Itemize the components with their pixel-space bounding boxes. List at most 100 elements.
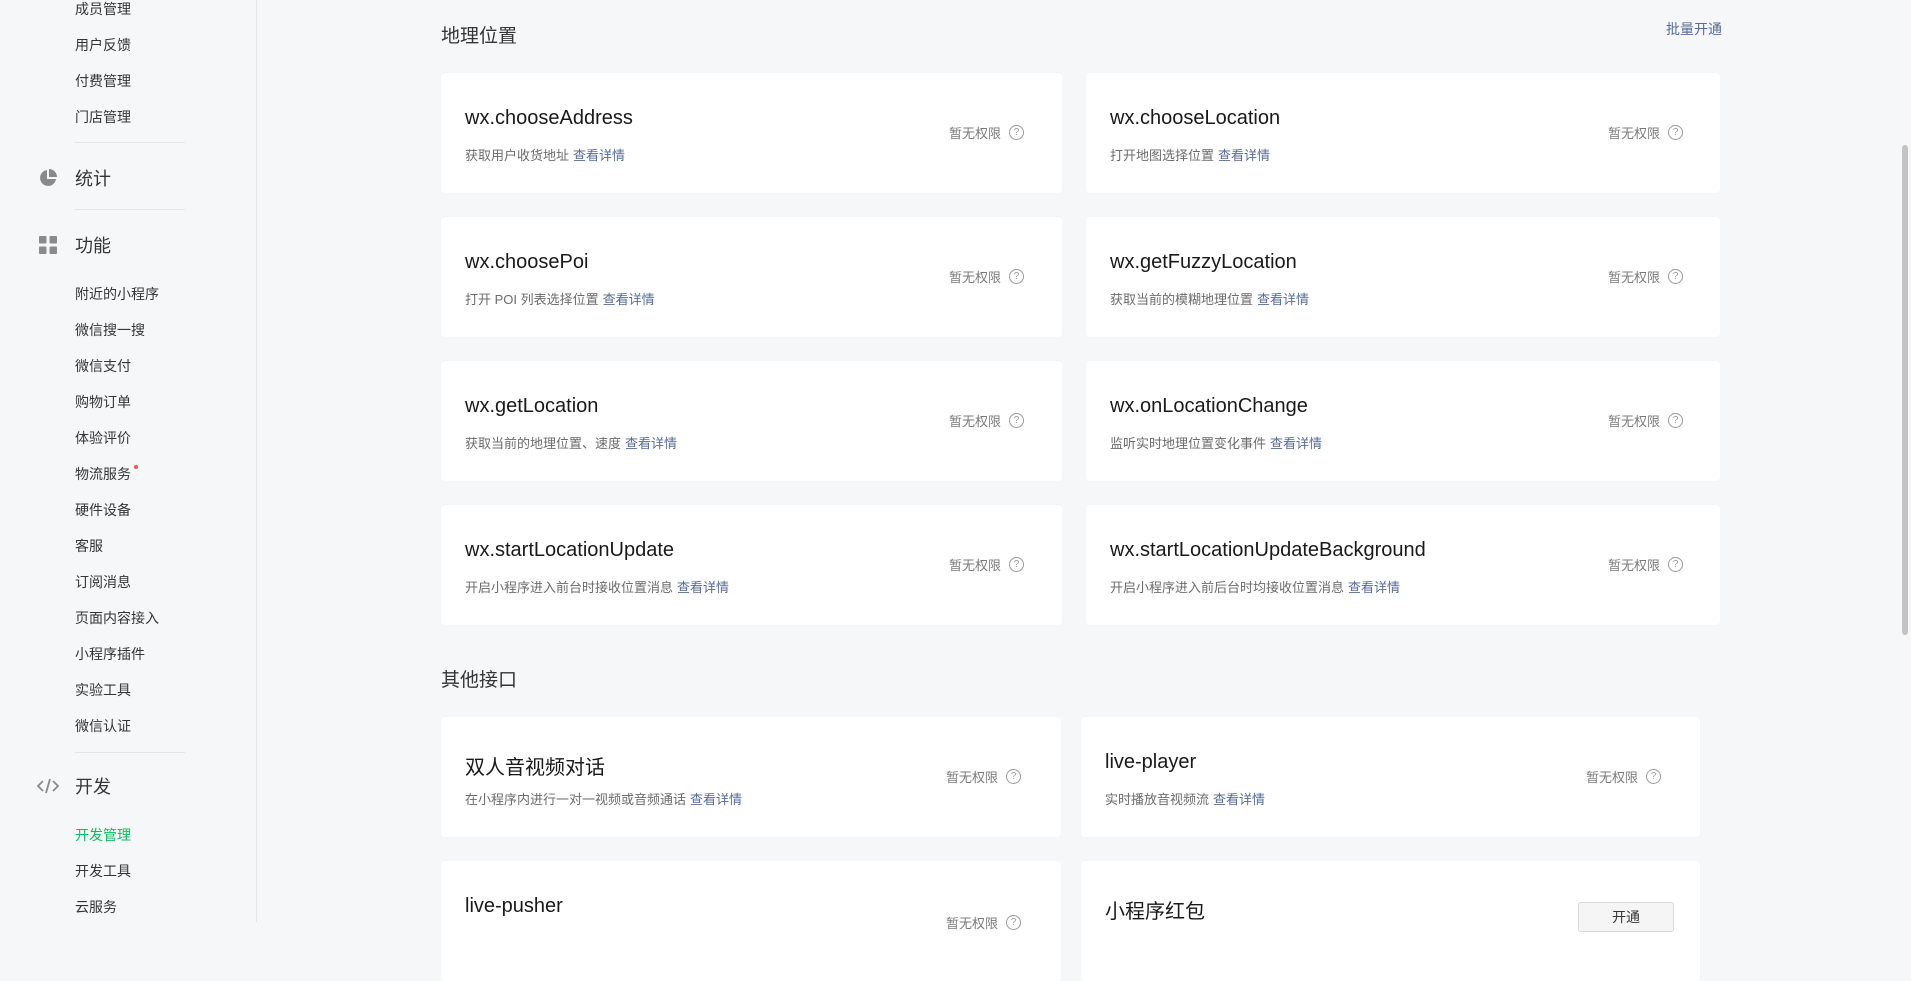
view-details-link[interactable]: 查看详情 bbox=[690, 792, 742, 807]
permission-status-text: 暂无权限 bbox=[1608, 126, 1661, 141]
permission-status: 暂无权限? bbox=[1608, 123, 1684, 142]
permission-status-text: 暂无权限 bbox=[946, 770, 999, 785]
view-details-link[interactable]: 查看详情 bbox=[1348, 580, 1400, 595]
sidebar-item-orders[interactable]: 购物订单 bbox=[75, 393, 131, 411]
api-card-title: live-pusher bbox=[465, 895, 563, 917]
sidebar-item-page-content[interactable]: 页面内容接入 bbox=[75, 609, 159, 627]
sidebar-item-stores[interactable]: 门店管理 bbox=[75, 108, 131, 126]
sidebar-item-nearby[interactable]: 附近的小程序 bbox=[75, 285, 159, 303]
api-card-title: 双人音视频对话 bbox=[465, 757, 605, 779]
view-details-link[interactable]: 查看详情 bbox=[573, 148, 625, 163]
question-circle-icon[interactable]: ? bbox=[1006, 915, 1022, 930]
api-card: live-player 实时播放音视频流 查看详情 暂无权限? bbox=[1081, 717, 1700, 837]
question-circle-icon[interactable]: ? bbox=[1668, 557, 1684, 572]
sidebar-section-stats[interactable]: 统计 bbox=[37, 164, 111, 192]
code-icon bbox=[37, 775, 59, 797]
api-card-desc: 获取当前的地理位置、速度 查看详情 bbox=[465, 433, 677, 452]
api-card-desc: 获取当前的模糊地理位置 查看详情 bbox=[1110, 289, 1309, 308]
permission-status: 暂无权限? bbox=[1608, 411, 1684, 430]
question-circle-icon[interactable]: ? bbox=[1006, 769, 1022, 784]
api-card-desc: 打开 POI 列表选择位置 查看详情 bbox=[465, 289, 655, 308]
sidebar-item-subscribe-messages[interactable]: 订阅消息 bbox=[75, 573, 131, 591]
api-card-desc-text: 获取当前的地理位置、速度 bbox=[465, 436, 622, 451]
api-card-desc: 在小程序内进行一对一视频或音频通话 查看详情 bbox=[465, 789, 742, 808]
api-card-title: live-player bbox=[1105, 751, 1197, 773]
api-card-desc-text: 获取用户收货地址 bbox=[465, 148, 570, 163]
question-circle-icon[interactable]: ? bbox=[1668, 269, 1684, 284]
view-details-link[interactable]: 查看详情 bbox=[1213, 792, 1265, 807]
question-circle-icon[interactable]: ? bbox=[1009, 125, 1025, 140]
permission-status-text: 暂无权限 bbox=[1608, 414, 1661, 429]
api-card-title: wx.startLocationUpdate bbox=[465, 539, 675, 561]
sidebar-section-label: 功能 bbox=[75, 236, 111, 256]
question-circle-icon[interactable]: ? bbox=[1009, 269, 1025, 284]
section-title-geo: 地理位置 bbox=[441, 26, 518, 47]
api-card-desc-text: 开启小程序进入前后台时均接收位置消息 bbox=[1110, 580, 1345, 595]
permission-status: 暂无权限? bbox=[949, 411, 1025, 430]
sidebar-section-label: 统计 bbox=[75, 169, 111, 189]
notification-dot-icon bbox=[134, 465, 138, 469]
sidebar-item-label: 物流服务 bbox=[75, 466, 131, 482]
sidebar-item-verification[interactable]: 微信认证 bbox=[75, 717, 131, 735]
view-details-link[interactable]: 查看详情 bbox=[625, 436, 677, 451]
open-button[interactable]: 开通 bbox=[1578, 902, 1674, 932]
section-title-other: 其他接口 bbox=[441, 670, 518, 691]
sidebar-item-logistics[interactable]: 物流服务 bbox=[75, 465, 138, 483]
page-scrollbar[interactable] bbox=[1899, 0, 1911, 922]
sidebar-divider bbox=[75, 209, 185, 210]
view-details-link[interactable]: 查看详情 bbox=[1218, 148, 1270, 163]
sidebar-section-dev[interactable]: 开发 bbox=[37, 772, 111, 800]
api-card-title: wx.getLocation bbox=[465, 395, 599, 417]
sidebar-item-feedback[interactable]: 用户反馈 bbox=[75, 36, 131, 54]
sidebar-item-search[interactable]: 微信搜一搜 bbox=[75, 321, 145, 339]
api-card-title: wx.startLocationUpdateBackground bbox=[1110, 539, 1426, 561]
permission-status: 暂无权限? bbox=[949, 555, 1025, 574]
sidebar-item-cloud-service[interactable]: 云服务 bbox=[75, 898, 117, 916]
view-details-link[interactable]: 查看详情 bbox=[677, 580, 729, 595]
scrollbar-thumb[interactable] bbox=[1902, 145, 1908, 635]
sidebar-item-customer-service[interactable]: 客服 bbox=[75, 537, 103, 555]
permission-status-text: 暂无权限 bbox=[949, 558, 1002, 573]
sidebar-item-reviews[interactable]: 体验评价 bbox=[75, 429, 131, 447]
sidebar: 成员管理 用户反馈 付费管理 门店管理 统计 功能 附近的小程序 微信搜一搜 微… bbox=[0, 0, 257, 922]
pie-chart-icon bbox=[37, 167, 59, 189]
sidebar-item-hardware[interactable]: 硬件设备 bbox=[75, 501, 131, 519]
permission-status-text: 暂无权限 bbox=[946, 916, 999, 931]
permission-status: 暂无权限? bbox=[1586, 767, 1662, 786]
api-card: wx.onLocationChange 监听实时地理位置变化事件 查看详情 暂无权… bbox=[1086, 361, 1720, 481]
question-circle-icon[interactable]: ? bbox=[1668, 413, 1684, 428]
sidebar-item-dev-tools[interactable]: 开发工具 bbox=[75, 862, 131, 880]
sidebar-item-payment[interactable]: 付费管理 bbox=[75, 72, 131, 90]
question-circle-icon[interactable]: ? bbox=[1668, 125, 1684, 140]
api-card-desc: 开启小程序进入前后台时均接收位置消息 查看详情 bbox=[1110, 577, 1400, 596]
sidebar-item-plugins[interactable]: 小程序插件 bbox=[75, 645, 145, 663]
permission-status: 暂无权限? bbox=[946, 767, 1022, 786]
question-circle-icon[interactable]: ? bbox=[1646, 769, 1662, 784]
permission-status: 暂无权限? bbox=[949, 267, 1025, 286]
batch-open-link[interactable]: 批量开通 bbox=[1666, 19, 1722, 39]
api-card-desc: 打开地图选择位置 查看详情 bbox=[1110, 145, 1270, 164]
sidebar-section-features[interactable]: 功能 bbox=[37, 231, 111, 259]
sidebar-item-experiment-tools[interactable]: 实验工具 bbox=[75, 681, 131, 699]
view-details-link[interactable]: 查看详情 bbox=[603, 292, 655, 307]
api-card: wx.getLocation 获取当前的地理位置、速度 查看详情 暂无权限? bbox=[441, 361, 1062, 481]
permission-status-text: 暂无权限 bbox=[949, 270, 1002, 285]
permission-status-text: 暂无权限 bbox=[949, 126, 1002, 141]
api-card: wx.chooseAddress 获取用户收货地址 查看详情 暂无权限? bbox=[441, 73, 1062, 193]
view-details-link[interactable]: 查看详情 bbox=[1270, 436, 1322, 451]
question-circle-icon[interactable]: ? bbox=[1009, 413, 1025, 428]
api-card: wx.chooseLocation 打开地图选择位置 查看详情 暂无权限? bbox=[1086, 73, 1720, 193]
question-circle-icon[interactable]: ? bbox=[1009, 557, 1025, 572]
api-card-title: 小程序红包 bbox=[1105, 901, 1205, 923]
api-card-title: wx.chooseAddress bbox=[465, 107, 633, 129]
sidebar-item-members[interactable]: 成员管理 bbox=[75, 0, 131, 18]
permission-status: 暂无权限? bbox=[946, 913, 1022, 932]
api-card-desc-text: 打开 POI 列表选择位置 bbox=[465, 292, 599, 307]
api-card-desc: 开启小程序进入前台时接收位置消息 查看详情 bbox=[465, 577, 729, 596]
sidebar-item-dev-management[interactable]: 开发管理 bbox=[75, 826, 131, 844]
api-card: 小程序红包 开通 bbox=[1081, 861, 1700, 981]
sidebar-item-wechat-pay[interactable]: 微信支付 bbox=[75, 357, 131, 375]
api-card-desc: 监听实时地理位置变化事件 查看详情 bbox=[1110, 433, 1322, 452]
view-details-link[interactable]: 查看详情 bbox=[1257, 292, 1309, 307]
api-card-desc-text: 打开地图选择位置 bbox=[1110, 148, 1215, 163]
